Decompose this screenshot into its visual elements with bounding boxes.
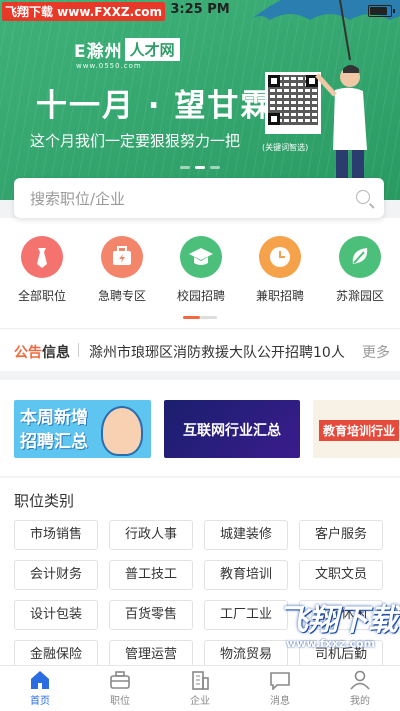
logo-box-text: 人才网	[124, 37, 180, 61]
tab-label: 我的	[350, 696, 370, 707]
category-tag[interactable]: 设计包装	[14, 600, 98, 630]
quick-nav-urgent[interactable]: 急聘专区	[82, 236, 162, 304]
tab-label: 职位	[110, 696, 130, 707]
search-placeholder: 搜索职位/企业	[30, 190, 126, 208]
notice-more-link[interactable]: 更多	[362, 342, 390, 362]
quick-nav: 全部职位 急聘专区 校园招聘 兼职招聘 苏滁园区	[0, 218, 400, 328]
notice-divider	[78, 343, 79, 357]
briefcase-icon	[101, 236, 143, 278]
banner-pagination	[180, 166, 220, 169]
tab-label: 企业	[190, 696, 210, 707]
corner-watermark: 飞翔下载 www.fxxz.com	[278, 585, 400, 675]
tab-home[interactable]: 首页	[0, 670, 80, 707]
tab-label: 首页	[30, 696, 50, 707]
quick-nav-parttime[interactable]: 兼职招聘	[240, 236, 320, 304]
tab-companies[interactable]: 企业	[160, 670, 240, 707]
quick-nav-label: 全部职位	[17, 289, 66, 303]
category-tag[interactable]: 普工技工	[109, 560, 193, 590]
category-tag[interactable]: 行政人事	[109, 520, 193, 550]
tab-jobs[interactable]: 职位	[80, 670, 160, 707]
site-logo: E滁州 人才网	[74, 36, 180, 62]
tie-icon	[21, 236, 63, 278]
logo-subtext: www.0550.com	[76, 62, 142, 70]
category-tag[interactable]: 市场销售	[14, 520, 98, 550]
status-bar: 飞翔下载 www.FXXZ.com 3:25 PM	[0, 0, 400, 21]
banner-dot	[210, 166, 220, 169]
cartoon-face-icon	[101, 406, 143, 456]
tab-profile[interactable]: 我的	[320, 670, 400, 707]
quick-nav-label: 校园招聘	[176, 289, 225, 303]
notice-bar[interactable]: 公告信息 滁州市琅琊区消防救援大队公开招聘10人 更多	[0, 328, 400, 371]
search-bar[interactable]: 搜索职位/企业	[14, 178, 384, 218]
search-icon[interactable]	[356, 190, 370, 204]
quick-nav-park[interactable]: 苏滁园区	[320, 236, 400, 304]
category-tag[interactable]: 百货零售	[109, 600, 193, 630]
quick-nav-label: 急聘专区	[97, 289, 146, 303]
category-tag[interactable]: 客户服务	[299, 520, 383, 550]
promo-strip: 本周新增 招聘汇总 互联网行业汇总 教育培训行业	[0, 380, 400, 476]
promo-card-education[interactable]: 教育培训行业	[313, 400, 400, 458]
top-banner[interactable]: E滁州 人才网 www.0550.com 十一月 · 望甘霖 这个月我们一定要狠…	[0, 0, 400, 200]
tab-label: 消息	[270, 696, 290, 707]
category-tag[interactable]: 城建装修	[204, 520, 288, 550]
category-tag[interactable]: 教育培训	[204, 560, 288, 590]
quick-nav-indicator	[183, 316, 217, 319]
quick-nav-label: 兼职招聘	[255, 289, 304, 303]
home-icon	[29, 670, 51, 690]
promo-card-internet[interactable]: 互联网行业汇总	[164, 400, 300, 458]
watermark-url: www.fxxz.com	[286, 637, 376, 650]
category-tag[interactable]: 工厂工业	[204, 600, 288, 630]
watermark-title: 飞翔下载	[278, 603, 398, 638]
clock-icon	[259, 236, 301, 278]
promo-card-weekly[interactable]: 本周新增 招聘汇总	[14, 400, 151, 458]
banner-dot-active	[195, 166, 205, 169]
logo-main-text: E滁州	[74, 41, 123, 62]
quick-nav-label: 苏滁园区	[335, 289, 384, 303]
tab-messages[interactable]: 消息	[240, 670, 320, 707]
graduation-cap-icon	[180, 236, 222, 278]
status-time: 3:25 PM	[170, 2, 230, 17]
quick-nav-all-jobs[interactable]: 全部职位	[2, 236, 82, 304]
quick-nav-campus[interactable]: 校园招聘	[161, 236, 241, 304]
banner-subline: 这个月我们一定要狠狠努力一把	[30, 132, 241, 150]
banner-headline: 十一月 · 望甘霖	[36, 88, 274, 124]
notice-tag: 公告信息	[14, 345, 70, 361]
building-icon	[189, 670, 211, 690]
categories-title: 职位类别	[14, 492, 75, 510]
battery-icon	[368, 5, 395, 17]
category-tag[interactable]: 会计财务	[14, 560, 98, 590]
banner-dot	[180, 166, 190, 169]
leaf-icon	[339, 236, 381, 278]
qr-caption: (关键词智选)	[262, 143, 309, 152]
notice-text[interactable]: 滁州市琅琊区消防救援大队公开招聘10人	[89, 342, 345, 362]
briefcase-icon	[109, 670, 131, 690]
